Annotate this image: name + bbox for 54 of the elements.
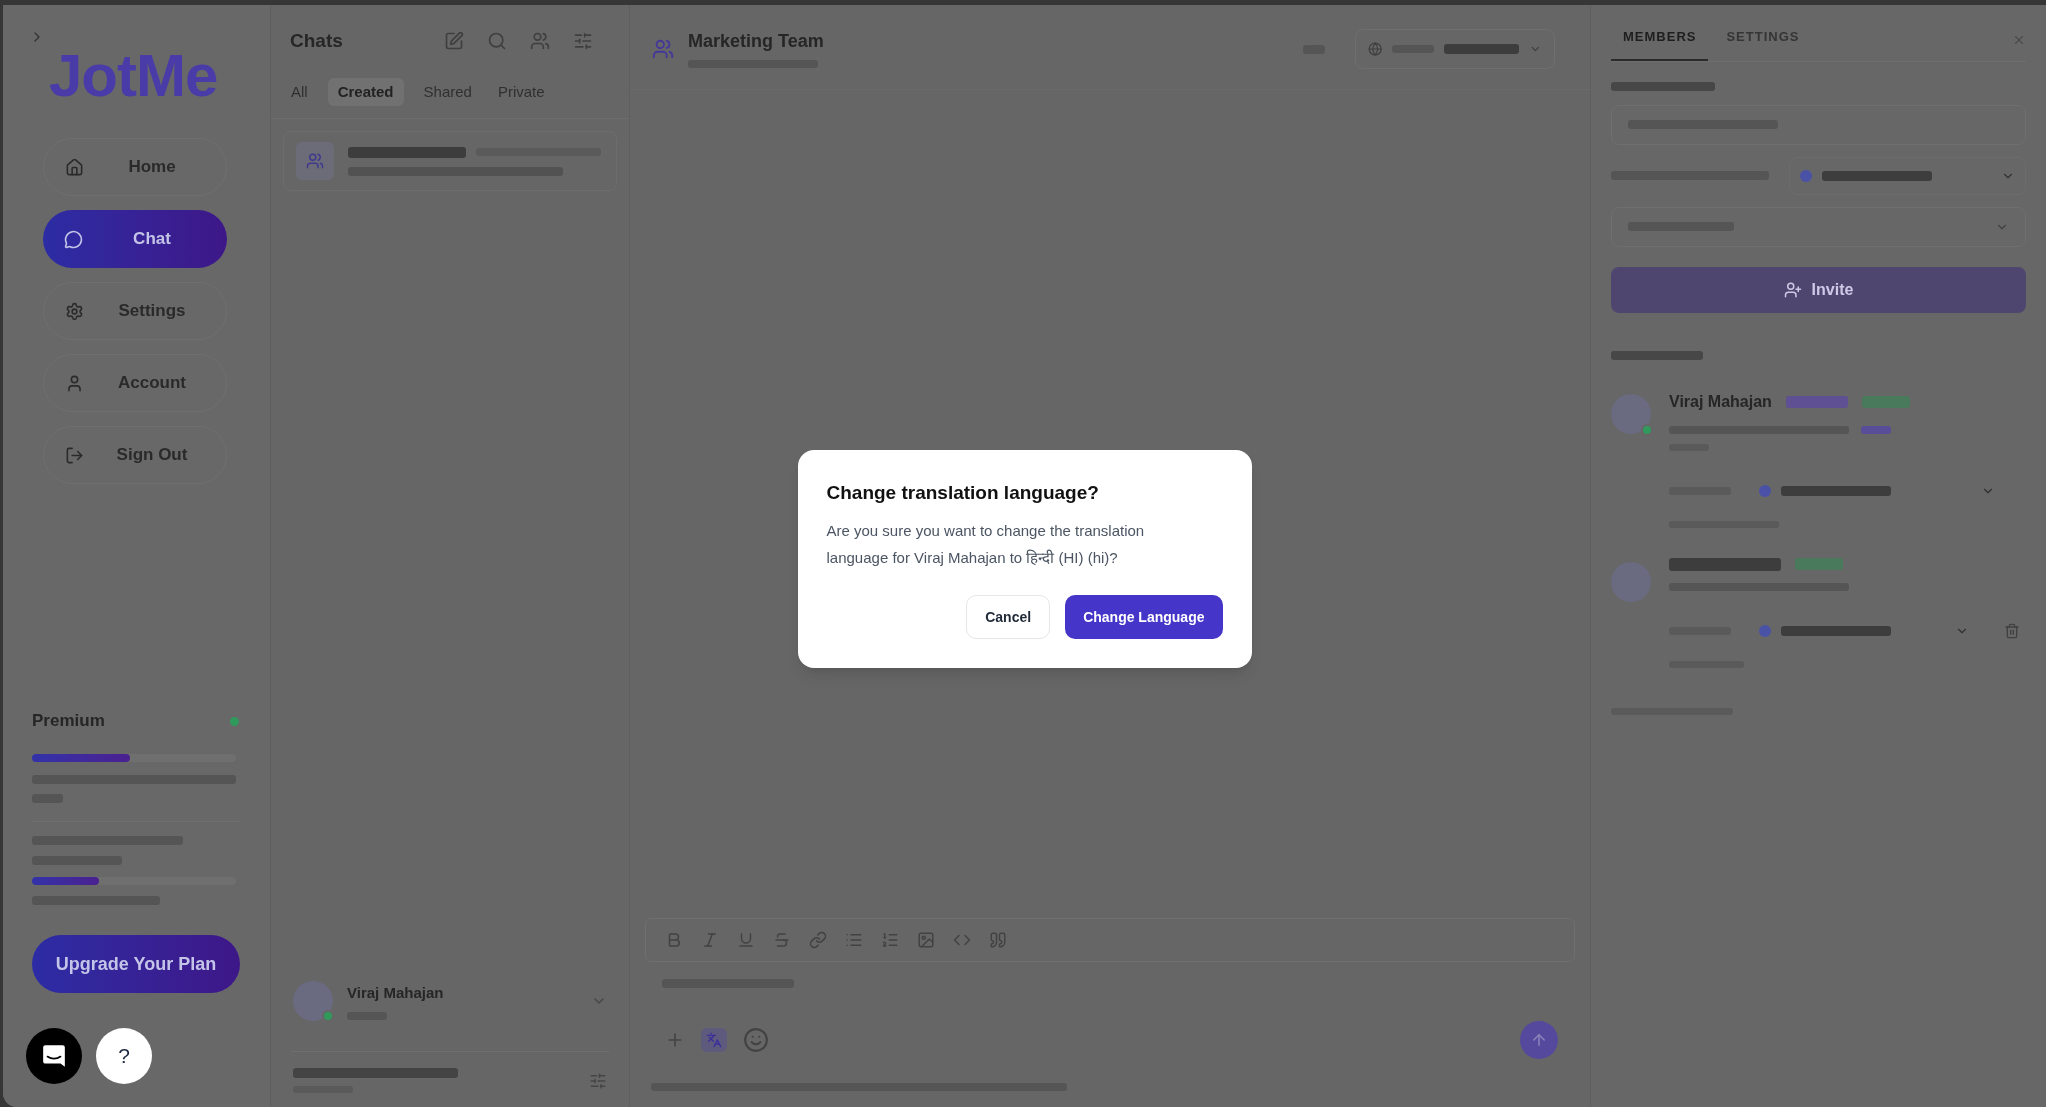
invite-button[interactable]: Invite bbox=[1611, 266, 2026, 313]
numbered-list-icon[interactable] bbox=[881, 931, 899, 949]
language-select[interactable] bbox=[1789, 156, 2026, 195]
add-person-icon bbox=[1783, 280, 1802, 299]
dialog-message: Are you sure you want to change the translation language for Viraj Mahajan to हिन्दी (HI) (hi)? bbox=[826, 521, 1146, 568]
conversation-title: Marketing Team bbox=[688, 30, 824, 52]
upgrade-button[interactable]: Upgrade Your Plan bbox=[32, 935, 240, 993]
sliders-icon[interactable] bbox=[589, 1071, 607, 1090]
avatar-icon bbox=[1611, 561, 1651, 602]
people-icon bbox=[652, 38, 674, 60]
search-icon[interactable] bbox=[487, 31, 507, 52]
sliders-icon[interactable] bbox=[573, 31, 593, 52]
quote-icon[interactable] bbox=[989, 931, 1007, 949]
name-input[interactable] bbox=[1611, 104, 2026, 145]
blurred-text bbox=[1795, 558, 1843, 570]
avatar-icon bbox=[293, 981, 333, 1021]
panel-title: Chats bbox=[290, 29, 343, 53]
dialog-title: Change translation language? bbox=[826, 481, 1100, 505]
blurred-text bbox=[1861, 425, 1891, 434]
member-name: Viraj Mahajan bbox=[1669, 391, 1772, 412]
blurred-text bbox=[1785, 395, 1848, 408]
bullet-list-icon[interactable] bbox=[845, 931, 863, 949]
people-icon[interactable] bbox=[530, 31, 550, 52]
sign-out-icon bbox=[65, 445, 84, 465]
smile-icon[interactable] bbox=[743, 1027, 769, 1053]
chat-bubble-icon bbox=[64, 229, 83, 249]
image-icon[interactable] bbox=[917, 931, 935, 949]
email-input[interactable] bbox=[1611, 206, 2026, 247]
chat-bubble-icon bbox=[41, 1043, 67, 1069]
trash-icon[interactable] bbox=[2004, 622, 2020, 639]
blurred-text bbox=[1861, 395, 1910, 408]
group-avatar-icon bbox=[296, 142, 334, 180]
link-icon[interactable] bbox=[809, 931, 827, 949]
nav-item[interactable]: Chat bbox=[43, 210, 227, 268]
globe-icon bbox=[1368, 41, 1383, 57]
send-icon[interactable] bbox=[1520, 1021, 1558, 1059]
confirm-button[interactable]: Change Language bbox=[1065, 595, 1223, 639]
home-icon bbox=[65, 157, 84, 177]
cancel-button[interactable]: Cancel bbox=[966, 595, 1051, 639]
chat-list-item[interactable] bbox=[283, 131, 617, 191]
strikethrough-icon[interactable] bbox=[773, 931, 791, 949]
logo: JotMe bbox=[49, 45, 218, 107]
italic-icon[interactable] bbox=[701, 931, 719, 949]
person-icon bbox=[65, 373, 84, 393]
underline-icon[interactable] bbox=[737, 931, 755, 949]
gear-icon bbox=[65, 301, 84, 321]
pen-square-icon[interactable] bbox=[444, 31, 464, 52]
filter-tab[interactable]: Created bbox=[327, 77, 404, 106]
language-select[interactable] bbox=[1355, 29, 1555, 69]
plan-title: Premium bbox=[32, 711, 105, 731]
avatar-icon bbox=[1611, 393, 1651, 434]
translate-icon[interactable] bbox=[701, 1028, 727, 1052]
panel-tab[interactable]: MEMBERS bbox=[1611, 27, 1709, 61]
user-name: Viraj Mahajan bbox=[347, 982, 444, 1003]
